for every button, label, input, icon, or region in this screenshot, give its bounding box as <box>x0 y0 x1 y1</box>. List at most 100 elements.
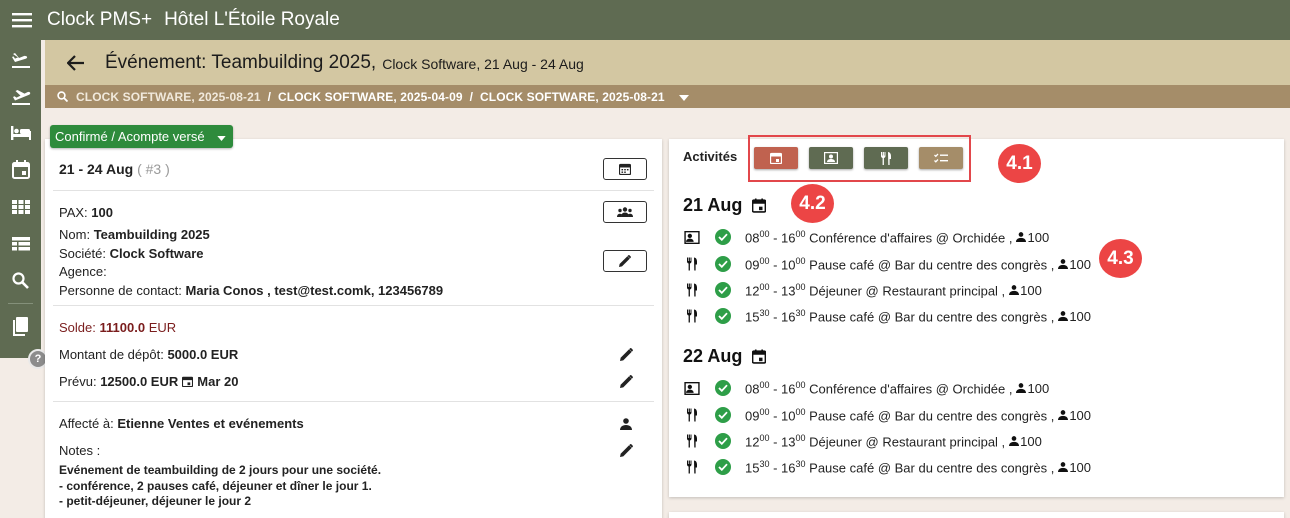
activity-pax: 100 <box>1058 309 1091 324</box>
hamburger-menu-icon[interactable] <box>0 0 44 40</box>
restaurant-icon <box>683 283 701 297</box>
bookmarks-icon <box>12 317 28 336</box>
check-circle-icon <box>715 229 731 245</box>
activity-row[interactable]: 1530 - 1630 Pause café @ Bar du centre d… <box>683 458 1091 476</box>
activity-description: Conférence d'affaires @ Orchidée , <box>809 381 1013 397</box>
activity-pax: 100 <box>1016 381 1049 396</box>
person-icon <box>1009 285 1020 295</box>
sidebar-item-grid[interactable] <box>0 188 41 225</box>
page-subtitle: Clock Software, 21 Aug - 24 Aug <box>382 56 584 72</box>
sidebar-item-arrivals[interactable] <box>0 40 41 77</box>
activities-card: Activités 21 Aug 0800 - 1600 Conférence d… <box>669 139 1284 497</box>
flight-land-icon <box>11 52 30 68</box>
contact-card-icon <box>683 381 701 395</box>
person-icon[interactable] <box>618 416 634 432</box>
grid-icon <box>11 199 30 214</box>
sidebar-item-search[interactable] <box>0 262 41 299</box>
app-title: Clock PMS+ <box>47 9 153 30</box>
top-bar: Clock PMS+ Hôtel L'Étoile Royale <box>0 0 1290 40</box>
activity-time: 1530 - 1630 Pause café @ Bar du centre d… <box>745 307 1055 325</box>
edit-notes-icon[interactable] <box>618 442 634 458</box>
edit-deposit-icon[interactable] <box>618 346 634 362</box>
activity-row[interactable]: 1200 - 1300 Déjeuner @ Restaurant princi… <box>683 432 1042 450</box>
restaurant-icon <box>683 257 701 271</box>
check-circle-icon <box>715 433 731 449</box>
activity-description: Pause café @ Bar du centre des congrès , <box>809 460 1055 476</box>
calendar-icon[interactable] <box>752 198 767 213</box>
activity-pax: 100 <box>1058 257 1091 272</box>
bed-icon <box>10 125 31 140</box>
planned-field: Prévu: 12500.0 EUR Mar 20 <box>59 374 239 389</box>
check-circle-icon <box>715 308 731 324</box>
activity-time: 1200 - 1300 Déjeuner @ Restaurant princi… <box>745 281 1006 299</box>
sidebar-item-calendar[interactable] <box>0 151 41 188</box>
activity-row[interactable]: 1200 - 1300 Déjeuner @ Restaurant princi… <box>683 281 1042 299</box>
sidebar-item-departures[interactable] <box>0 77 41 114</box>
deposit-field: Montant de dépôt: 5000.0 EUR <box>59 347 239 362</box>
balance-field: Solde: 11100.0 EUR <box>59 320 177 335</box>
day-date: 21 Aug <box>683 195 743 215</box>
check-circle-icon <box>715 380 731 396</box>
restaurant-icon <box>683 460 701 474</box>
person-icon <box>1058 259 1069 269</box>
activity-row[interactable]: 0800 - 1600 Conférence d'affaires @ Orch… <box>683 379 1049 397</box>
breadcrumb-item[interactable]: CLOCK SOFTWARE, 2025-08-21 <box>76 90 261 104</box>
sidebar <box>0 40 41 358</box>
search-icon <box>57 91 68 102</box>
calendar-icon <box>619 163 631 175</box>
annotation-highlight-box <box>748 135 971 182</box>
company-field: Société: Clock Software <box>59 246 204 261</box>
person-icon <box>1016 232 1027 242</box>
sidebar-item-bookmarks[interactable] <box>0 308 41 345</box>
activity-row[interactable]: 0900 - 1000 Pause café @ Bar du centre d… <box>683 255 1091 273</box>
person-icon <box>1016 383 1027 393</box>
activity-row[interactable]: 1530 - 1630 Pause café @ Bar du centre d… <box>683 307 1091 325</box>
person-icon <box>1058 410 1069 420</box>
activity-time: 1530 - 1630 Pause café @ Bar du centre d… <box>745 458 1055 476</box>
activities-title: Activités <box>683 149 738 164</box>
notes-label: Notes : <box>59 443 101 458</box>
activity-pax: 100 <box>1009 434 1042 449</box>
breadcrumb-item[interactable]: CLOCK SOFTWARE, 2025-04-09 <box>278 90 463 104</box>
divider <box>53 190 654 191</box>
event-icon <box>182 376 194 387</box>
restaurant-icon <box>683 408 701 422</box>
chevron-down-icon[interactable] <box>678 90 689 104</box>
activity-row[interactable]: 0900 - 1000 Pause café @ Bar du centre d… <box>683 406 1091 424</box>
activity-pax: 100 <box>1016 230 1049 245</box>
groups-button[interactable] <box>603 201 647 223</box>
day-header: 21 Aug <box>683 195 767 216</box>
back-arrow-icon[interactable] <box>63 50 89 76</box>
activity-description: Déjeuner @ Restaurant principal , <box>809 434 1006 450</box>
edit-details-button[interactable] <box>603 250 647 272</box>
check-circle-icon <box>715 407 731 423</box>
status-dropdown[interactable]: Confirmé / Acompte versé <box>50 125 233 148</box>
person-icon <box>1058 311 1069 321</box>
check-circle-icon <box>715 459 731 475</box>
breadcrumb: CLOCK SOFTWARE, 2025-08-21 / CLOCK SOFTW… <box>45 85 1290 108</box>
table-view-icon <box>11 236 30 250</box>
breadcrumb-separator: / <box>267 89 271 104</box>
event-date-range: 21 - 24 Aug <box>59 161 134 177</box>
sidebar-item-rooms[interactable] <box>0 114 41 151</box>
restaurant-icon <box>683 434 701 448</box>
sidebar-item-table[interactable] <box>0 225 41 262</box>
agency-field: Agence: <box>59 264 107 279</box>
group-icon <box>617 207 633 217</box>
flight-takeoff-icon <box>11 89 30 105</box>
annotation-badge: 4.1 <box>998 144 1041 183</box>
pax-field: PAX: 100 <box>59 205 113 220</box>
annotation-badge: 4.2 <box>791 184 834 223</box>
check-circle-icon <box>715 256 731 272</box>
assigned-field: Affecté à: Etienne Ventes et evénements <box>59 416 304 431</box>
divider <box>53 401 654 402</box>
calendar-icon <box>11 160 30 179</box>
activity-description: Conférence d'affaires @ Orchidée , <box>809 230 1013 246</box>
restaurant-icon <box>683 309 701 323</box>
edit-planned-icon[interactable] <box>618 373 634 389</box>
calendar-button[interactable] <box>603 158 647 180</box>
breadcrumb-item[interactable]: CLOCK SOFTWARE, 2025-08-21 <box>480 90 665 104</box>
activity-row[interactable]: 0800 - 1600 Conférence d'affaires @ Orch… <box>683 228 1049 246</box>
contact-card-icon <box>683 230 701 244</box>
calendar-icon[interactable] <box>752 349 767 364</box>
